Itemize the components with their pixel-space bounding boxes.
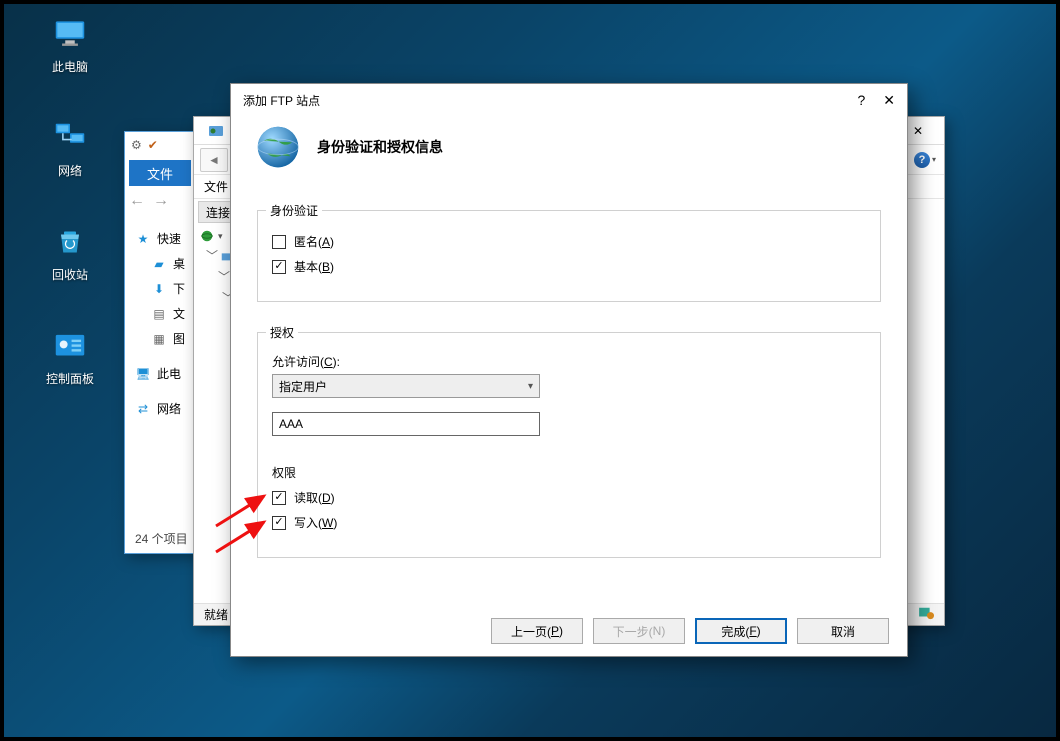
authz-legend: 授权: [266, 324, 298, 341]
dialog-body: 身份验证 匿名(A) 基本(B) 授权 允许访问(C): 指定用户 ▾ AAA …: [231, 190, 907, 558]
checkbox-checked-icon: [272, 491, 286, 505]
checkbox-checked-icon: [272, 260, 286, 274]
document-icon: ▤: [151, 306, 167, 322]
desktop-icon-label: 回收站: [30, 266, 110, 283]
dialog-title-text: 添加 FTP 站点: [243, 92, 320, 109]
select-value: 指定用户: [279, 378, 327, 395]
recycle-bin-icon: [50, 222, 90, 262]
sidebar-item-label: 网络: [157, 400, 181, 417]
allow-access-select[interactable]: 指定用户 ▾: [272, 374, 540, 398]
sidebar-item-label: 快速: [157, 230, 181, 247]
sidebar-item-label: 文: [173, 305, 185, 322]
desktop-icon-network[interactable]: 网络: [30, 118, 110, 179]
explorer-status: 24 个项目: [135, 530, 188, 547]
caret-icon: ﹀: [218, 268, 228, 285]
help-dropdown[interactable]: ?▾: [912, 149, 938, 171]
desktop-icon-this-pc[interactable]: 此电脑: [30, 14, 110, 75]
authorization-group: 授权 允许访问(C): 指定用户 ▾ AAA 权限 读取(D) 写入(W): [257, 332, 881, 558]
desktop-small-icon: ▰: [151, 256, 167, 272]
previous-button[interactable]: 上一页(P): [491, 618, 583, 644]
checkbox-label: 读取(D): [294, 489, 335, 506]
desktop-icon-label: 此电脑: [30, 58, 110, 75]
desktop-icon-control-panel[interactable]: 控制面板: [30, 326, 110, 387]
anonymous-checkbox-row[interactable]: 匿名(A): [272, 233, 866, 250]
dialog-heading: 身份验证和授权信息: [317, 137, 443, 157]
chevron-down-icon: ▾: [528, 381, 533, 392]
download-arrow-icon: ⬇: [151, 281, 167, 297]
finish-button[interactable]: 完成(F): [695, 618, 787, 644]
read-checkbox-row[interactable]: 读取(D): [272, 489, 866, 506]
control-panel-icon: [50, 326, 90, 366]
iis-title: I: [200, 123, 233, 139]
dialog-footer: 上一页(P) 下一步(N) 完成(F) 取消: [231, 606, 907, 656]
gear-icon[interactable]: ⚙: [131, 138, 142, 152]
authentication-group: 身份验证 匿名(A) 基本(B): [257, 210, 881, 302]
desktop-icon-label: 网络: [30, 162, 110, 179]
pc-small-icon: 🖥: [135, 366, 151, 382]
desktop-icon-recycle-bin[interactable]: 回收站: [30, 222, 110, 283]
chevron-left-icon: ◄: [208, 153, 220, 167]
input-value: AAA: [279, 417, 303, 431]
picture-icon: ▦: [151, 331, 167, 347]
back-button[interactable]: ◄: [200, 148, 228, 172]
checkbox-label: 写入(W): [294, 514, 337, 531]
dialog-header: 身份验证和授权信息: [231, 116, 907, 190]
permissions-label: 权限: [272, 464, 866, 481]
nav-back-arrow[interactable]: ←: [129, 192, 145, 210]
help-button[interactable]: ?: [857, 92, 865, 108]
monitor-icon: [50, 14, 90, 54]
sidebar-item-label: 桌: [173, 255, 185, 272]
auth-legend: 身份验证: [266, 202, 322, 219]
next-button: 下一步(N): [593, 618, 685, 644]
add-ftp-site-dialog: 添加 FTP 站点 ? ✕ 身份验证和授权信息 身份验证 匿名(A) 基本(B): [230, 83, 908, 657]
basic-checkbox-row[interactable]: 基本(B): [272, 258, 866, 275]
globe-icon: [253, 122, 303, 172]
nav-forward-arrow[interactable]: →: [153, 192, 169, 210]
star-icon: ★: [135, 231, 151, 247]
checkbox-label: 匿名(A): [294, 233, 334, 250]
config-indicator-icon: [918, 606, 936, 622]
menu-file[interactable]: 文件: [204, 178, 228, 195]
status-text: 就绪: [204, 606, 228, 623]
sidebar-item-label: 图: [173, 330, 185, 347]
desktop-icon-label: 控制面板: [30, 370, 110, 387]
cancel-button[interactable]: 取消: [797, 618, 889, 644]
checkbox-checked-icon: [272, 516, 286, 530]
user-input[interactable]: AAA: [272, 412, 540, 436]
write-checkbox-row[interactable]: 写入(W): [272, 514, 866, 531]
dialog-titlebar: 添加 FTP 站点 ? ✕: [231, 84, 907, 116]
file-tab-label: 文件: [147, 164, 173, 183]
sidebar-item-label: 下: [173, 280, 185, 297]
checkbox-label: 基本(B): [294, 258, 334, 275]
network-small-icon: ⇄: [135, 401, 151, 417]
close-button[interactable]: ✕: [883, 92, 895, 109]
sidebar-item-label: 此电: [157, 365, 181, 382]
iis-app-icon: [208, 123, 224, 139]
caret-icon: ﹀: [206, 247, 216, 264]
server-icon: [200, 229, 214, 243]
file-tab[interactable]: 文件: [129, 160, 191, 186]
checkmark-icon[interactable]: ✔: [148, 138, 158, 152]
checkbox-unchecked-icon: [272, 235, 286, 249]
network-icon: [50, 118, 90, 158]
allow-access-label: 允许访问(C):: [272, 353, 866, 370]
